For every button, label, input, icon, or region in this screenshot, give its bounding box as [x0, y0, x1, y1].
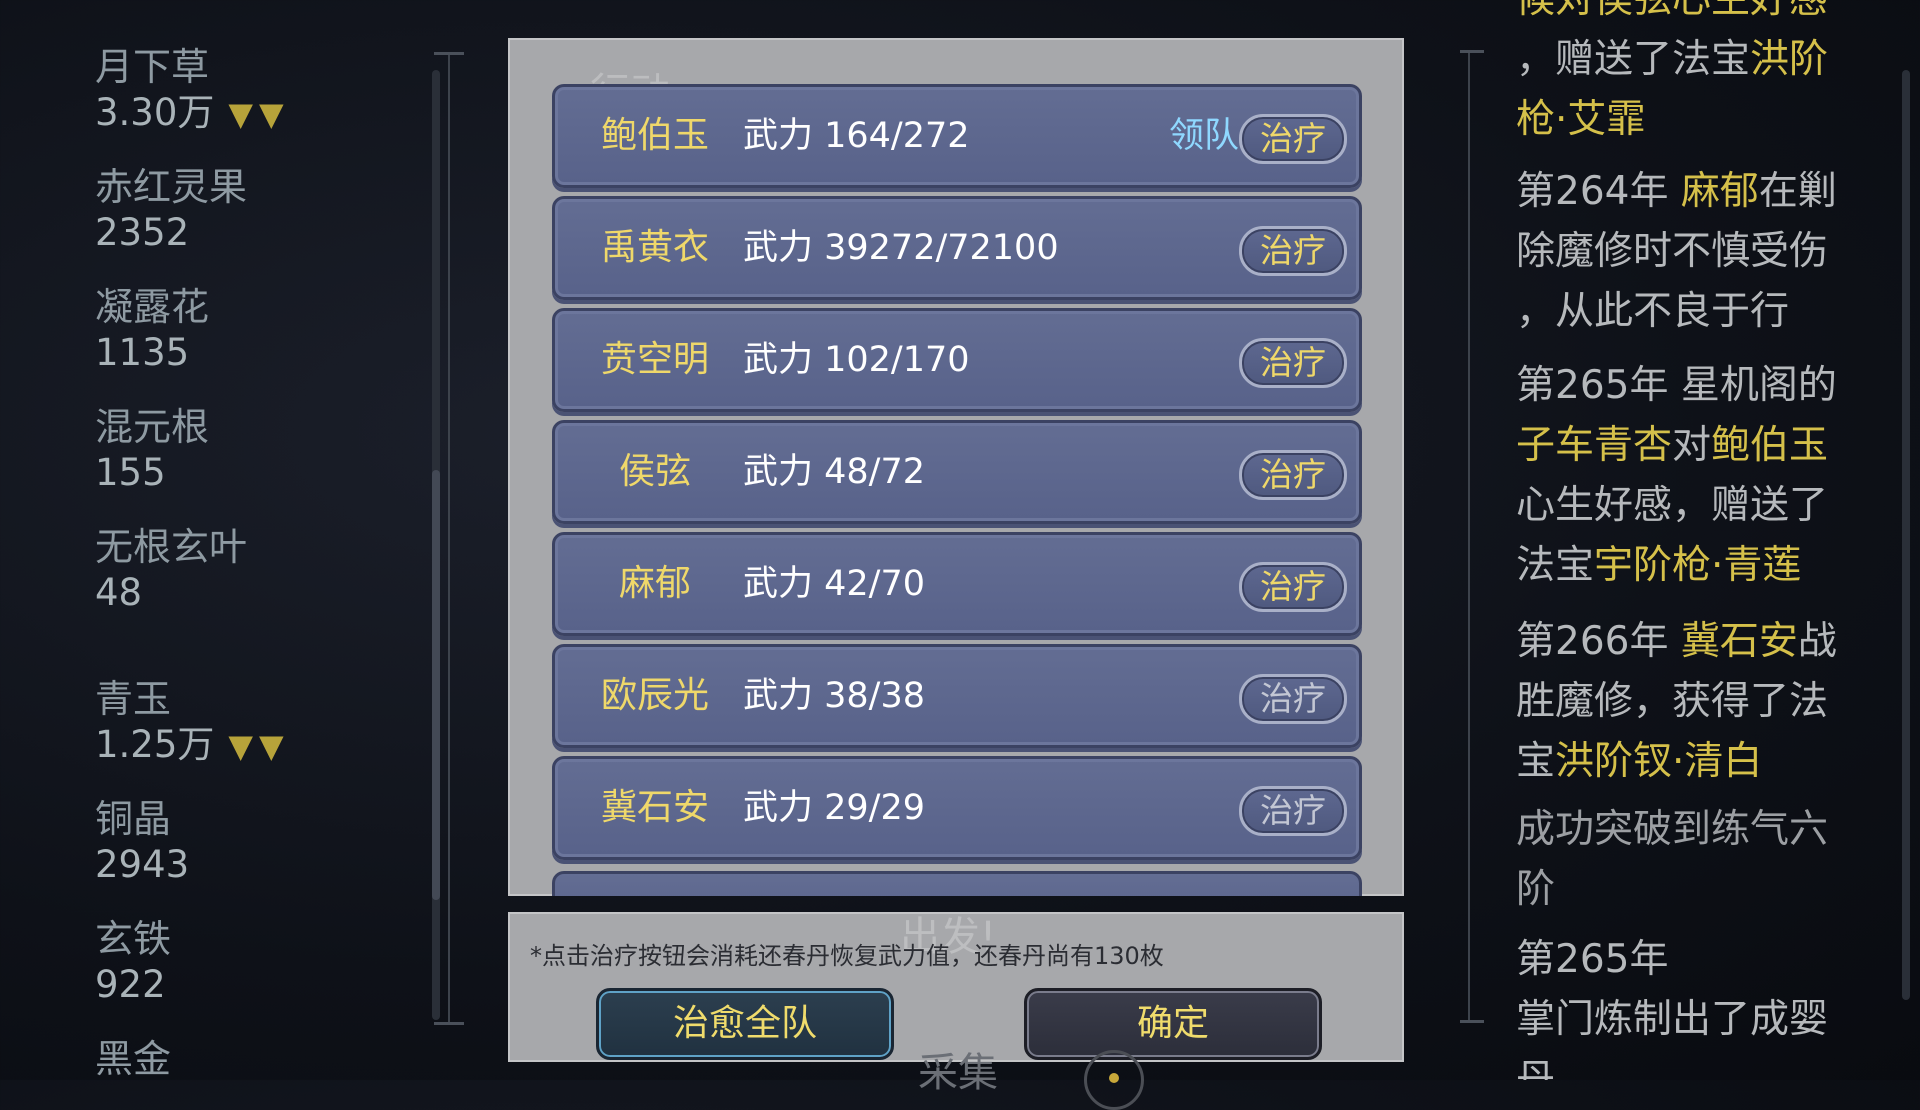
member-row: 鲍伯玉 武力 164/272 领队 治疗	[552, 84, 1362, 188]
member-power: 武力 42/70	[743, 564, 925, 604]
resource-name: 无根玄叶	[95, 525, 248, 569]
resource-value: 1.25万 ▼▼	[95, 723, 290, 766]
log-entry: 第265年 星机阁的 子车青杏对鲍伯玉 心生好感，赠送了 法宝宇阶枪·青莲	[1516, 363, 1837, 588]
member-power: 武力 38/38	[743, 676, 925, 716]
resource-name: 铜晶	[95, 797, 172, 841]
resource-item: 铜晶 2943	[95, 796, 189, 888]
member-row: 侯弦 武力 48/72 治疗	[552, 420, 1362, 524]
member-power: 武力 164/272	[743, 116, 970, 156]
resource-value: 922	[95, 963, 166, 1006]
resource-value: 1135	[95, 331, 190, 374]
heal-all-button[interactable]: 治愈全队	[596, 988, 894, 1060]
resource-item: 无根玄叶 48	[95, 524, 247, 616]
log-entry: 候对侯弦心生好感 ，赠送了法宝洪阶 枪·艾霏	[1516, 0, 1829, 142]
member-row: 冀石安 武力 29/29 治疗	[552, 756, 1362, 860]
member-power: 武力 48/72	[743, 452, 925, 492]
resource-name: 玄铁	[95, 917, 172, 961]
resource-item: 青玉 1.25万 ▼▼	[95, 676, 290, 769]
divider-line	[448, 52, 450, 1024]
heal-button[interactable]: 治疗	[1239, 674, 1347, 724]
resource-name: 凝露花	[95, 285, 210, 329]
confirm-button[interactable]: 确定	[1024, 988, 1322, 1060]
resource-name: 黑金	[95, 1037, 172, 1081]
resource-item: 玄铁 922	[95, 916, 171, 1008]
event-log-panel: 候对侯弦心生好感 ，赠送了法宝洪阶 枪·艾霏 第264年 麻郁在剿 除魔修时不慎…	[1460, 0, 1920, 1080]
member-name: 冀石安	[600, 787, 709, 828]
heal-button[interactable]: 治疗	[1239, 338, 1347, 388]
resource-scrollbar-thumb[interactable]	[432, 470, 440, 900]
heal-button[interactable]: 治疗	[1239, 226, 1347, 276]
member-name: 欧辰光	[600, 675, 709, 716]
divider-line	[1468, 50, 1470, 1022]
resource-value: 2943	[95, 843, 190, 886]
resource-name: 混元根	[95, 405, 210, 449]
leader-label: 领队	[1168, 116, 1239, 156]
heal-button[interactable]: 治疗	[1239, 562, 1347, 612]
member-name: 禹黄衣	[600, 227, 709, 268]
member-row-partial	[552, 871, 1362, 896]
log-entry: 第264年 麻郁在剿 除魔修时不慎受伤 ，从此不良于行	[1516, 169, 1837, 334]
member-name: 侯弦	[618, 451, 691, 492]
divider-cap	[1460, 50, 1484, 53]
resource-item: 月下草 3.30万 ▼▼	[95, 44, 290, 137]
log-scrollbar-right[interactable]	[1902, 70, 1910, 1000]
member-power: 武力 39272/72100	[743, 228, 1059, 268]
resource-item: 凝露花 1135	[95, 284, 209, 376]
heal-button[interactable]: 治疗	[1239, 114, 1347, 164]
resource-name: 月下草	[95, 45, 210, 89]
resource-panel: 月下草 3.30万 ▼▼ 赤红灵果 2352 凝露花 1135 混元根 155 无…	[0, 0, 470, 1082]
log-entry: 成功突破到练气六 阶	[1516, 807, 1829, 912]
heal-button[interactable]: 治疗	[1239, 450, 1347, 500]
heal-button[interactable]: 治疗	[1239, 786, 1347, 836]
member-name: 贲空明	[600, 339, 709, 380]
divider-cap	[434, 1022, 464, 1025]
member-row: 麻郁 武力 42/70 治疗	[552, 532, 1362, 636]
resource-item: 赤红灵果 2352	[95, 164, 247, 256]
heal-note: *点击治疗按钮会消耗还春丹恢复武力值，还春丹尚有130枚	[530, 942, 1164, 970]
resource-value: 3.30万 ▼▼	[95, 91, 290, 134]
decrease-arrows-icon: ▼▼	[228, 727, 290, 765]
resource-value: 2352	[95, 211, 190, 254]
member-power: 武力 29/29	[743, 788, 925, 828]
resource-item: 混元根 155	[95, 404, 209, 496]
resource-value: 48	[95, 571, 143, 614]
divider-cap	[1460, 1020, 1484, 1023]
member-power: 武力 102/170	[743, 340, 970, 380]
orb-icon	[1084, 1050, 1144, 1110]
member-name: 鲍伯玉	[600, 115, 709, 156]
log-entry: 第265年 掌门炼制出了成婴 丹	[1516, 937, 1829, 1080]
resource-name: 赤红灵果	[95, 165, 248, 209]
divider-cap	[434, 52, 464, 55]
resource-item: 黑金	[95, 1036, 171, 1082]
member-name: 麻郁	[618, 563, 691, 604]
resource-value: 155	[95, 451, 166, 494]
background-collect-label: 采集	[918, 1050, 998, 1096]
log-entry: 第266年 冀石安战 胜魔修，获得了法 宝洪阶钗·清白	[1516, 619, 1837, 784]
decrease-arrows-icon: ▼▼	[228, 95, 290, 133]
member-row: 欧辰光 武力 38/38 治疗	[552, 644, 1362, 748]
member-row: 禹黄衣 武力 39272/72100 治疗	[552, 196, 1362, 300]
member-row: 贲空明 武力 102/170 治疗	[552, 308, 1362, 412]
resource-name: 青玉	[95, 677, 172, 721]
